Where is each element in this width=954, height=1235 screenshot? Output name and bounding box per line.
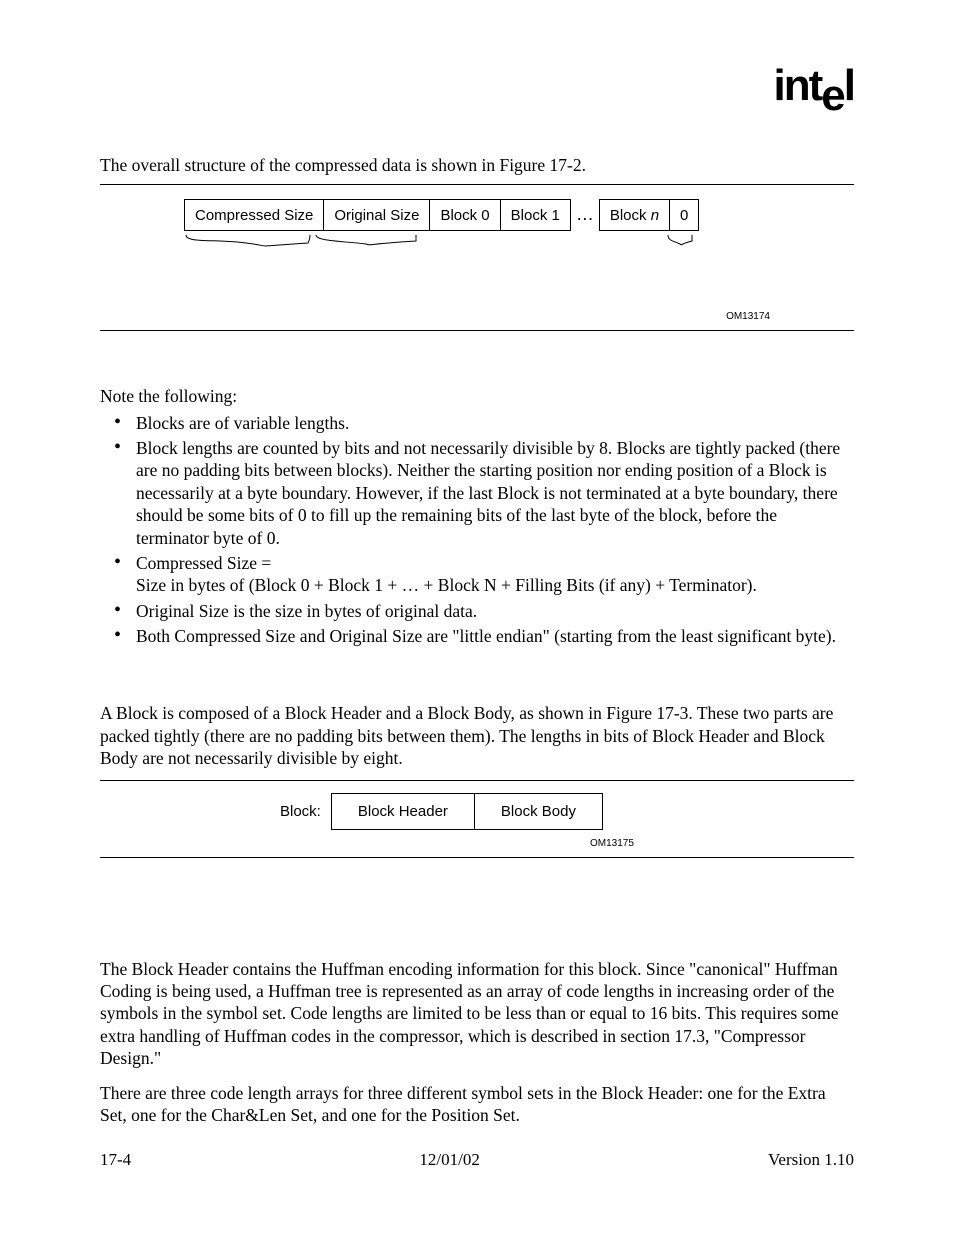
bullet-list: Blocks are of variable lengths. Block le…	[100, 412, 854, 648]
page-body: The overall structure of the compressed …	[100, 154, 854, 1126]
figure1-box-row: Compressed Size Original Size Block 0 Bl…	[184, 199, 699, 231]
figure-17-3: Block: Block Header Block Body OM13175	[100, 780, 854, 858]
cell-original-size: Original Size	[323, 199, 430, 231]
cell-block-0: Block 0	[429, 199, 500, 231]
bullet-4: Original Size is the size in bytes of or…	[100, 600, 854, 622]
bullet-2: Block lengths are counted by bits and no…	[100, 437, 854, 549]
braces-svg	[184, 231, 694, 285]
cell-block-header: Block Header	[331, 793, 475, 830]
footer-version: Version 1.10	[768, 1149, 854, 1171]
cell-compressed-size: Compressed Size	[184, 199, 324, 231]
cell-block-body: Block Body	[474, 793, 603, 830]
cell-ellipsis: …	[570, 199, 600, 231]
page-footer: 17-4 12/01/02 Version 1.10	[100, 1149, 854, 1171]
note-lead: Note the following:	[100, 385, 854, 407]
intro-paragraph: The overall structure of the compressed …	[100, 154, 854, 176]
cell-block-n: Block n	[599, 199, 670, 231]
bullet-3: Compressed Size = Size in bytes of (Bloc…	[100, 552, 854, 597]
footer-date: 12/01/02	[419, 1149, 479, 1171]
intel-logo: intel	[774, 58, 854, 114]
footer-page-number: 17-4	[100, 1149, 131, 1171]
code-length-paragraph: There are three code length arrays for t…	[100, 1082, 854, 1127]
figure1-om-label: OM13174	[726, 311, 770, 324]
huffman-paragraph: The Block Header contains the Huffman en…	[100, 958, 854, 1070]
block-composition-paragraph: A Block is composed of a Block Header an…	[100, 702, 854, 769]
bullet-1: Blocks are of variable lengths.	[100, 412, 854, 434]
bullet-5: Both Compressed Size and Original Size a…	[100, 625, 854, 647]
cell-terminator: 0	[669, 199, 699, 231]
cell-block-1: Block 1	[500, 199, 571, 231]
figure2-label: Block:	[280, 802, 321, 821]
figure-17-2: Compressed Size Original Size Block 0 Bl…	[100, 184, 854, 331]
figure2-om-label: OM13175	[590, 838, 634, 851]
figure2-row: Block: Block Header Block Body	[280, 793, 603, 830]
